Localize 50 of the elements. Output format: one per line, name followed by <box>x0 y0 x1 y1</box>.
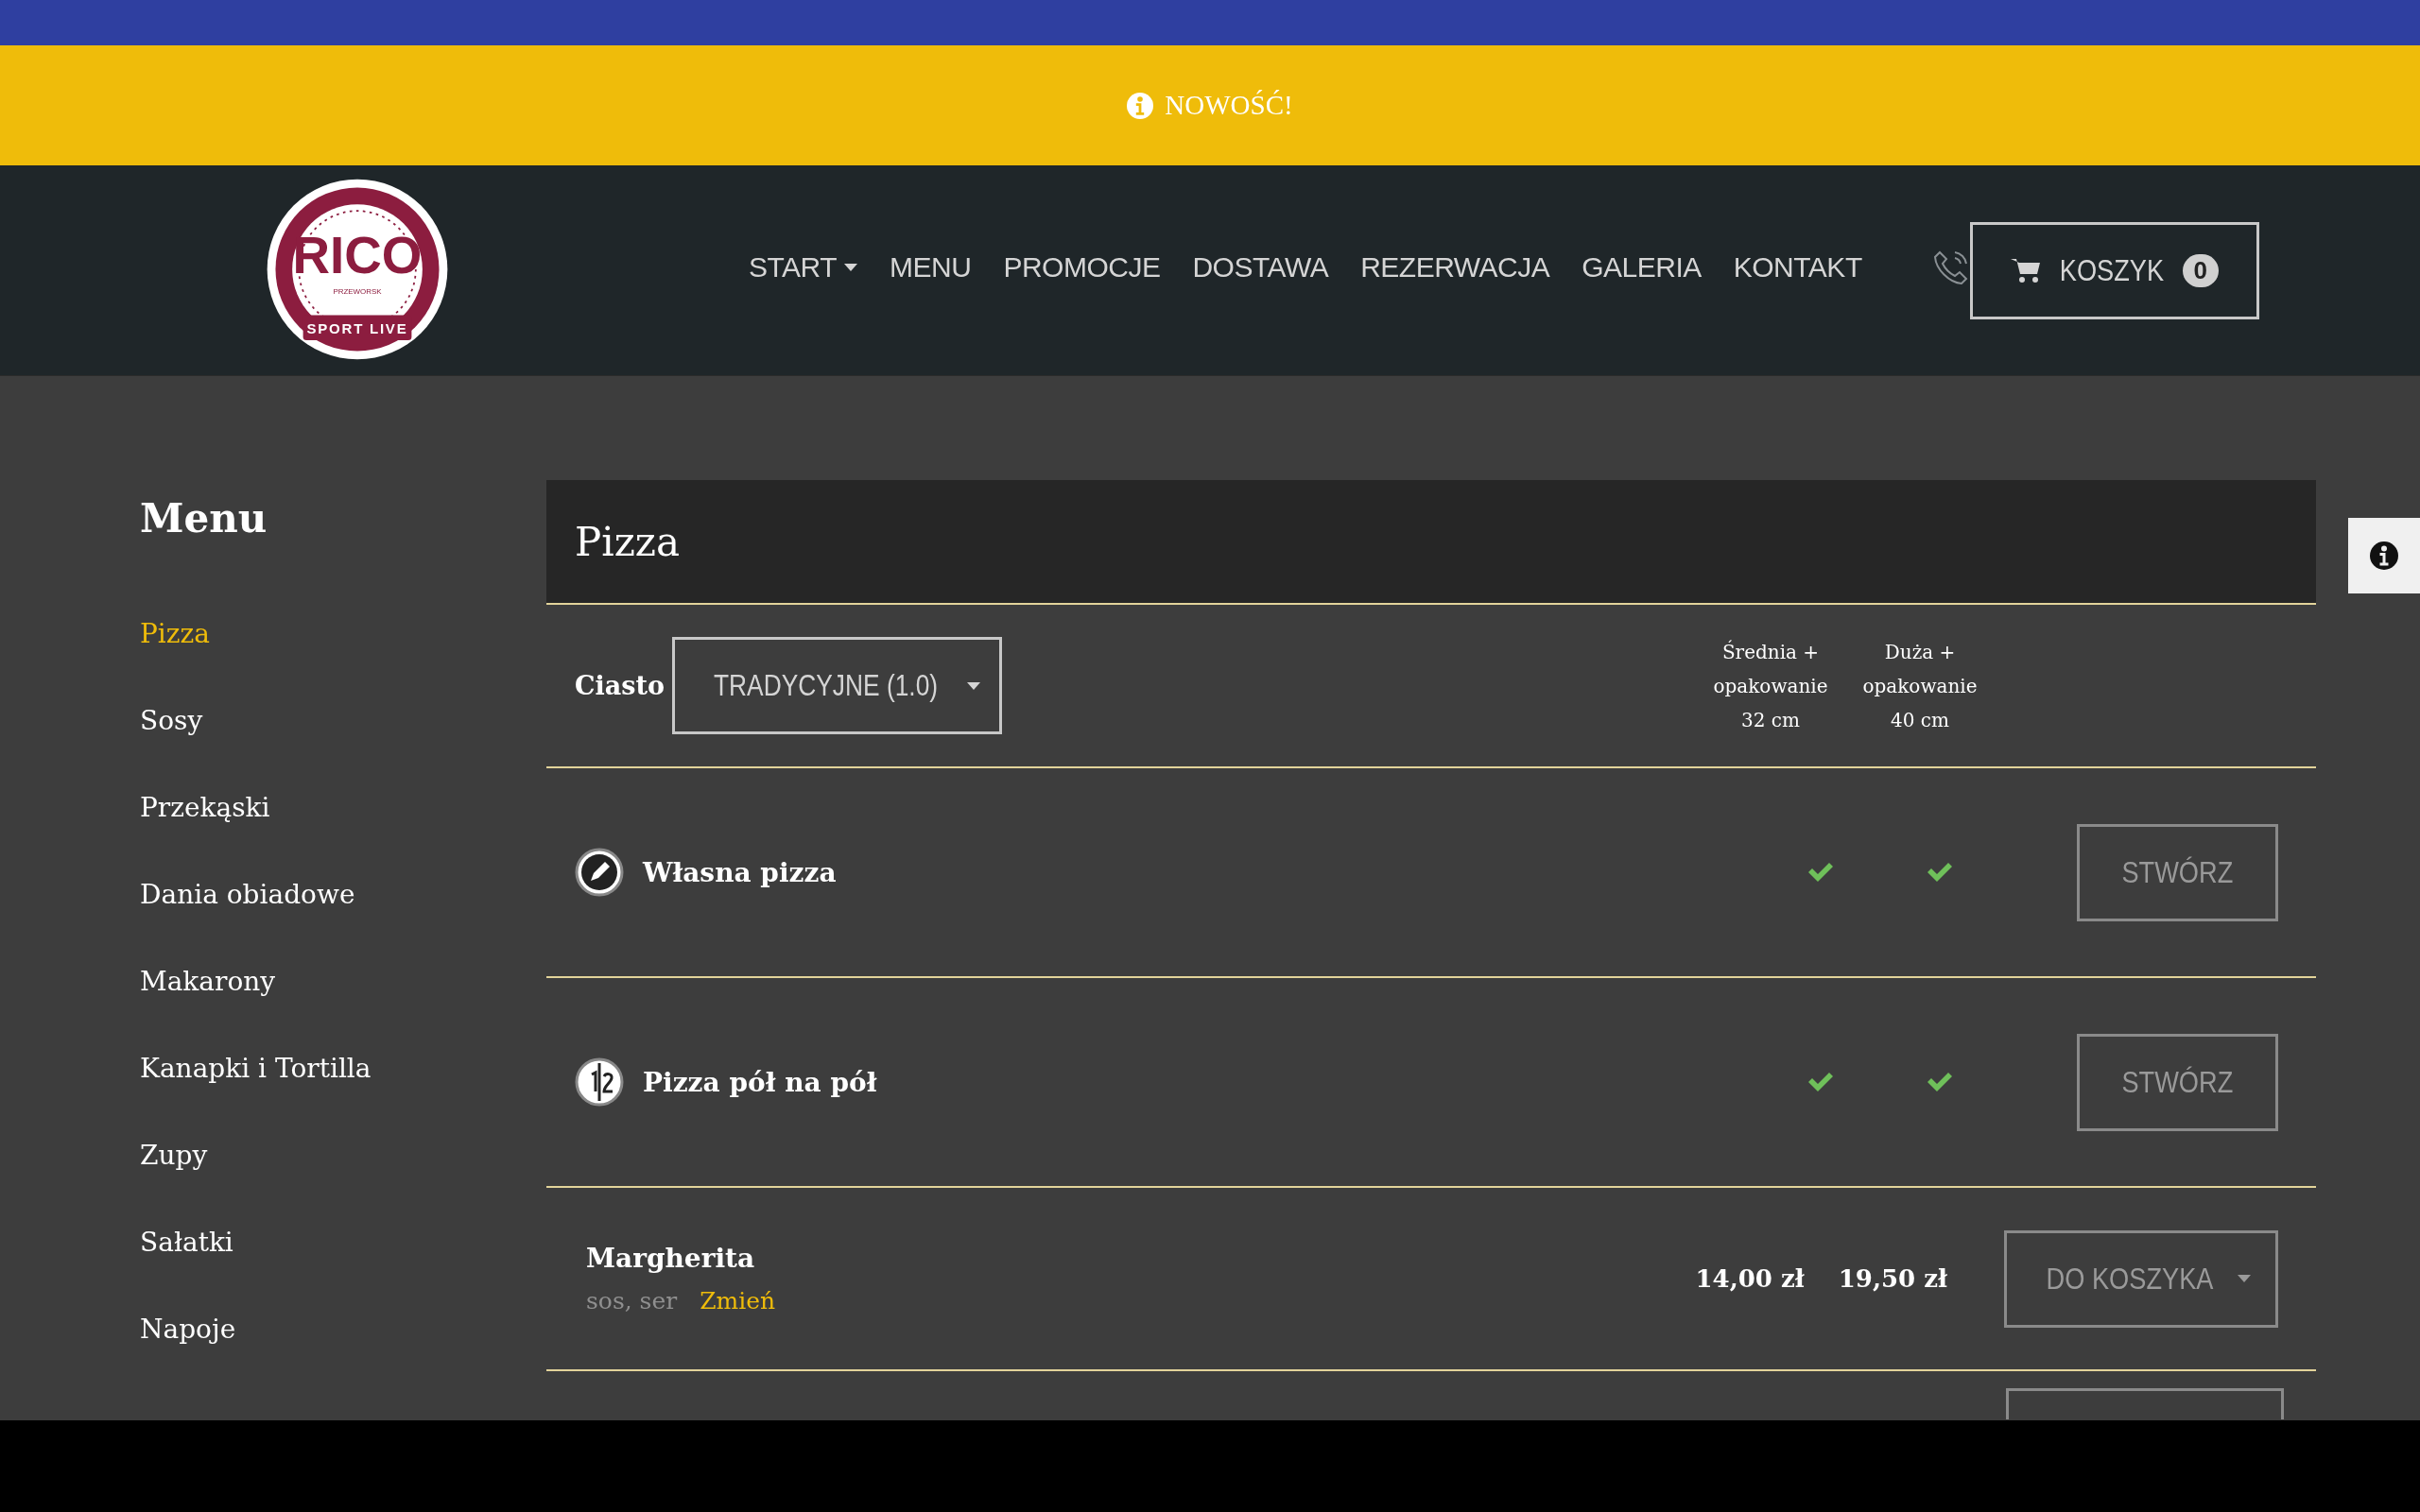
nav-link[interactable]: GALERIA <box>1582 251 1702 284</box>
category-link[interactable]: Makarony <box>140 963 546 1050</box>
logo[interactable]: RICO PRZEWORSK SPORT LIVE <box>265 177 450 362</box>
item-name: Pizza pół na pół <box>643 1066 877 1098</box>
checkmark-icon <box>1926 1071 1954 1093</box>
section-title: Pizza <box>575 518 680 565</box>
item-ingredients: sos, ser <box>586 1287 678 1314</box>
create-button[interactable]: STWÓRZ <box>2077 823 2278 921</box>
size-column-heading: Średnia + opakowanie 32 cm <box>1712 639 1829 733</box>
dough-label: Ciasto <box>575 671 665 700</box>
nav-link[interactable]: KONTAKT <box>1733 251 1862 284</box>
cart-icon <box>2010 257 2041 284</box>
category-link[interactable]: Dania obiadowe <box>140 876 546 963</box>
cart-count: 0 <box>2182 253 2219 287</box>
category-link[interactable]: Kanapki i Tortilla <box>140 1050 546 1137</box>
info-tab-button[interactable] <box>2348 518 2420 593</box>
half-and-half-icon <box>575 1057 624 1107</box>
nav-link[interactable]: PROMOCJE <box>1003 251 1161 284</box>
nav-link[interactable]: REZERWACJA <box>1360 251 1550 284</box>
category-link[interactable]: Napoje <box>140 1311 546 1398</box>
info-icon <box>2370 541 2398 570</box>
announcement-text: NOWOŚĆ! <box>1165 90 1293 121</box>
nav-link[interactable]: START <box>749 251 858 284</box>
info-icon <box>1127 92 1154 119</box>
size-column-heading: Duża + opakowanie 40 cm <box>1861 639 1979 733</box>
phone-icon[interactable] <box>1931 249 1970 286</box>
nav-link[interactable]: MENU <box>890 251 972 284</box>
item-price: 19,50 zł <box>1838 1264 1947 1293</box>
dough-select[interactable]: TRADYCYJNE (1.0) <box>671 637 1002 734</box>
item-price: 14,00 zł <box>1695 1264 1805 1293</box>
checkmark-icon <box>1806 861 1835 884</box>
category-link[interactable]: Pizza <box>140 615 546 702</box>
pencil-icon <box>575 848 624 897</box>
sidebar-title: Menu <box>140 495 268 541</box>
nav-link[interactable]: DOSTAWA <box>1192 251 1329 284</box>
category-link[interactable]: Sałatki <box>140 1224 546 1311</box>
caret-icon <box>966 681 980 690</box>
caret-icon <box>2238 1275 2251 1282</box>
checkmark-icon <box>1926 861 1954 884</box>
caret-icon <box>844 264 858 271</box>
add-to-cart-button[interactable]: DO KOSZYKA <box>2004 1229 2278 1328</box>
item-name: Margherita <box>586 1243 756 1274</box>
checkmark-icon <box>1806 1071 1835 1093</box>
cart-button[interactable]: KOSZYK 0 <box>1969 221 2259 319</box>
category-link[interactable]: Sosy <box>140 702 546 789</box>
category-link[interactable]: Przekąski <box>140 789 546 876</box>
item-name: Własna pizza <box>643 856 837 888</box>
create-button[interactable]: STWÓRZ <box>2077 1033 2278 1131</box>
category-link[interactable]: Zupy <box>140 1137 546 1224</box>
change-link[interactable]: Zmień <box>700 1287 776 1314</box>
